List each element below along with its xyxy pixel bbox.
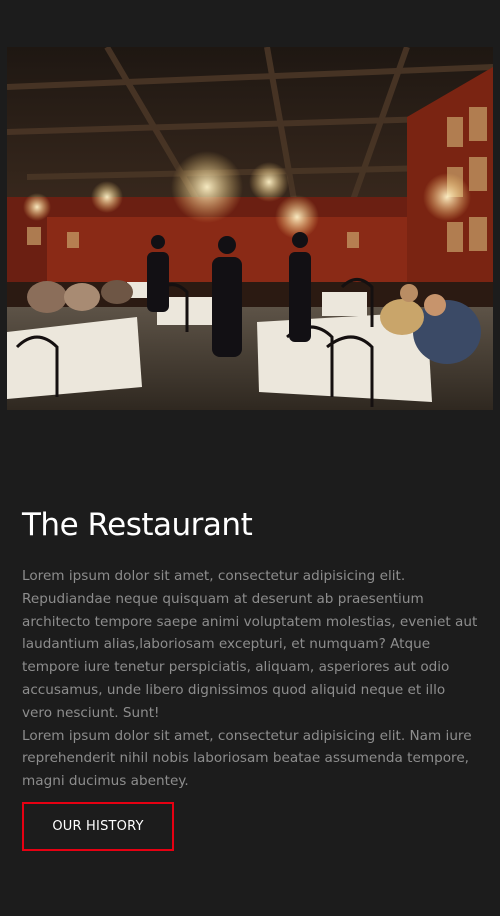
description-paragraph-1: Lorem ipsum dolor sit amet, consectetur … [22,568,478,721]
our-history-button[interactable]: OUR HISTORY [22,802,174,851]
description-paragraph-2: Lorem ipsum dolor sit amet, consectetur … [22,727,472,790]
restaurant-photo-illustration [7,47,493,410]
restaurant-photo [7,47,493,410]
restaurant-section: The Restaurant Lorem ipsum dolor sit ame… [22,505,478,793]
section-title: The Restaurant [22,507,253,543]
section-description: Lorem ipsum dolor sit amet, consectetur … [22,565,478,793]
